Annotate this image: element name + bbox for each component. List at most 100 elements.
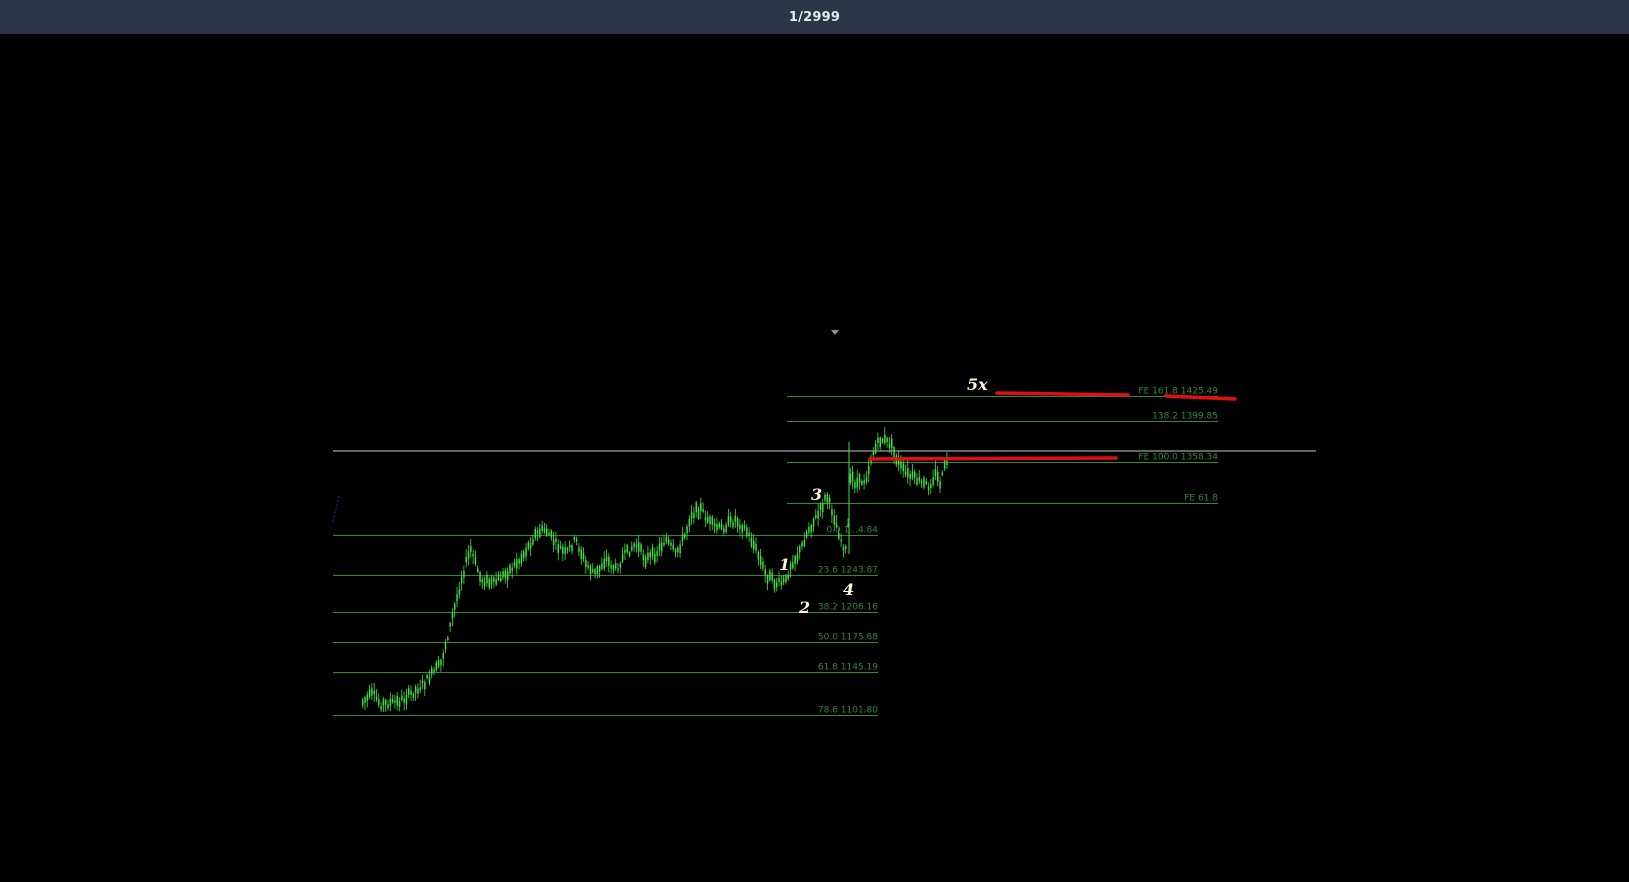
- candle-body: [771, 572, 773, 581]
- candle-body: [661, 542, 663, 552]
- candle-body: [594, 568, 596, 575]
- candle-body: [624, 549, 626, 553]
- candle-body: [907, 467, 909, 478]
- candle-body: [817, 510, 819, 519]
- wave-label: 3: [811, 485, 822, 504]
- candle-body: [396, 695, 398, 706]
- candle-body: [451, 613, 454, 619]
- candle-body: [711, 517, 714, 525]
- candle-body: [435, 662, 438, 671]
- candle-body: [868, 465, 870, 475]
- candle-body: [679, 544, 681, 554]
- candle-body: [456, 594, 458, 602]
- candle-body: [366, 694, 369, 701]
- candle-body: [414, 686, 417, 693]
- candle-body: [633, 543, 635, 548]
- candle-body: [419, 687, 421, 691]
- expansion-label: 138.2 1399.85: [1152, 412, 1218, 422]
- candle-body: [937, 471, 939, 482]
- candle-body: [856, 477, 858, 488]
- candle-body: [851, 471, 854, 482]
- candle-body: [391, 698, 394, 703]
- candle-body: [819, 503, 822, 510]
- wave-label: 5x: [967, 375, 988, 394]
- candle-body: [904, 471, 907, 475]
- candle-body: [930, 484, 932, 488]
- candle-body: [672, 544, 674, 550]
- candle-body: [431, 668, 433, 675]
- candle-body: [449, 623, 451, 627]
- expansion-label: FE 61.8: [1184, 494, 1218, 504]
- candle-body: [497, 574, 500, 581]
- candle-body: [734, 515, 737, 522]
- candle-body: [550, 530, 553, 538]
- candle-body: [408, 688, 410, 695]
- candle-body: [486, 574, 488, 584]
- candle-body: [681, 534, 684, 542]
- retracement-label: 50.0 1175.68: [818, 633, 878, 643]
- candle-body: [934, 468, 937, 476]
- candle-body: [858, 473, 861, 483]
- candle-body: [707, 516, 709, 523]
- candle-body: [635, 544, 638, 547]
- candle-body: [920, 480, 923, 484]
- candle-body: [488, 578, 490, 588]
- candle-body: [557, 544, 559, 553]
- candle-body: [704, 517, 707, 521]
- candle-body: [520, 553, 523, 564]
- candle-body: [534, 529, 536, 539]
- candle-body: [575, 538, 578, 542]
- candle-body: [437, 659, 440, 667]
- candle-body: [506, 571, 509, 581]
- candle-body: [842, 546, 845, 551]
- candle-body: [398, 701, 401, 707]
- target-line: [1164, 394, 1237, 401]
- candle-body: [918, 476, 921, 482]
- candle-body: [543, 527, 546, 532]
- candle-body: [513, 561, 516, 567]
- candle-body: [410, 691, 412, 695]
- wave-label: 2: [798, 598, 810, 617]
- candle-body: [810, 525, 812, 533]
- candle-body: [702, 508, 704, 512]
- candle-body: [628, 552, 631, 557]
- candle-body: [493, 577, 495, 582]
- candle-body: [893, 447, 895, 457]
- candle-body: [665, 536, 668, 543]
- candle-body: [849, 473, 852, 483]
- candle-body: [845, 546, 847, 549]
- candle-body: [421, 680, 424, 683]
- candle-body: [720, 524, 723, 530]
- candle-body: [500, 578, 502, 582]
- candle-body: [651, 546, 654, 557]
- candle-body: [835, 522, 838, 527]
- candle-body: [861, 480, 863, 485]
- target-line: [995, 391, 1130, 397]
- candle-body: [884, 434, 886, 444]
- candle-body: [755, 543, 757, 551]
- candle-body: [382, 699, 385, 706]
- target-lines: [868, 391, 1237, 461]
- candle-body: [700, 503, 702, 512]
- candle-body: [564, 547, 566, 554]
- candle-body: [502, 571, 504, 578]
- candle-body: [764, 569, 766, 575]
- candle-body: [569, 544, 571, 548]
- candle-body: [378, 699, 380, 705]
- candle-body: [516, 559, 518, 569]
- candle-body: [801, 542, 803, 547]
- candle-body: [693, 512, 695, 518]
- candle-body: [872, 451, 875, 456]
- candle-body: [824, 494, 826, 501]
- wave-labels: 1 2 3 4 5x: [779, 375, 988, 617]
- candle-body: [941, 472, 944, 476]
- candle-body: [688, 518, 691, 527]
- candle-body: [709, 516, 711, 525]
- candle-body: [718, 523, 720, 528]
- chevron-down-icon[interactable]: [831, 330, 839, 335]
- candle-body: [911, 471, 914, 478]
- candle-body: [927, 487, 930, 491]
- candle-body: [631, 546, 633, 551]
- candle-body: [642, 554, 645, 561]
- candle-body: [373, 690, 375, 694]
